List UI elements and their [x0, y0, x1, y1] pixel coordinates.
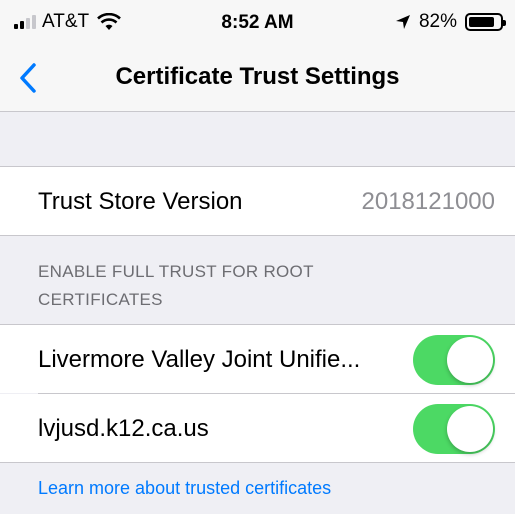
learn-more-link[interactable]: Learn more about trusted certificates — [38, 478, 331, 499]
certificate-name: lvjusd.k12.ca.us — [38, 415, 209, 442]
status-bar: AT&T 8:52 AM 82% — [0, 0, 515, 46]
certificate-row: lvjusd.k12.ca.us — [0, 394, 515, 463]
toggle-knob — [447, 406, 493, 452]
certificate-name: Livermore Valley Joint Unifie... — [38, 346, 361, 373]
section-header-line-1: ENABLE FULL TRUST FOR ROOT — [38, 262, 314, 281]
trust-store-version-row: Trust Store Version 2018121000 — [0, 167, 515, 236]
status-right: 82% — [395, 10, 506, 34]
trust-store-version-label: Trust Store Version — [38, 188, 243, 215]
toggle-knob — [447, 337, 493, 383]
battery-icon — [465, 13, 506, 31]
navigation-bar: Certificate Trust Settings — [0, 46, 515, 112]
certificate-row: Livermore Valley Joint Unifie... — [0, 324, 515, 393]
location-arrow-icon — [395, 15, 410, 29]
battery-fill — [469, 17, 494, 27]
battery-percent: 82% — [418, 11, 457, 32]
certificate-trust-toggle[interactable] — [413, 404, 495, 454]
trust-store-version-value: 2018121000 — [361, 188, 495, 215]
section-header-line-2: CERTIFICATES — [38, 290, 163, 309]
certificate-trust-toggle[interactable] — [413, 335, 495, 385]
page-title: Certificate Trust Settings — [115, 63, 400, 90]
section-spacer — [0, 112, 515, 167]
section-header: ENABLE FULL TRUST FOR ROOT CERTIFICATES — [38, 258, 438, 314]
